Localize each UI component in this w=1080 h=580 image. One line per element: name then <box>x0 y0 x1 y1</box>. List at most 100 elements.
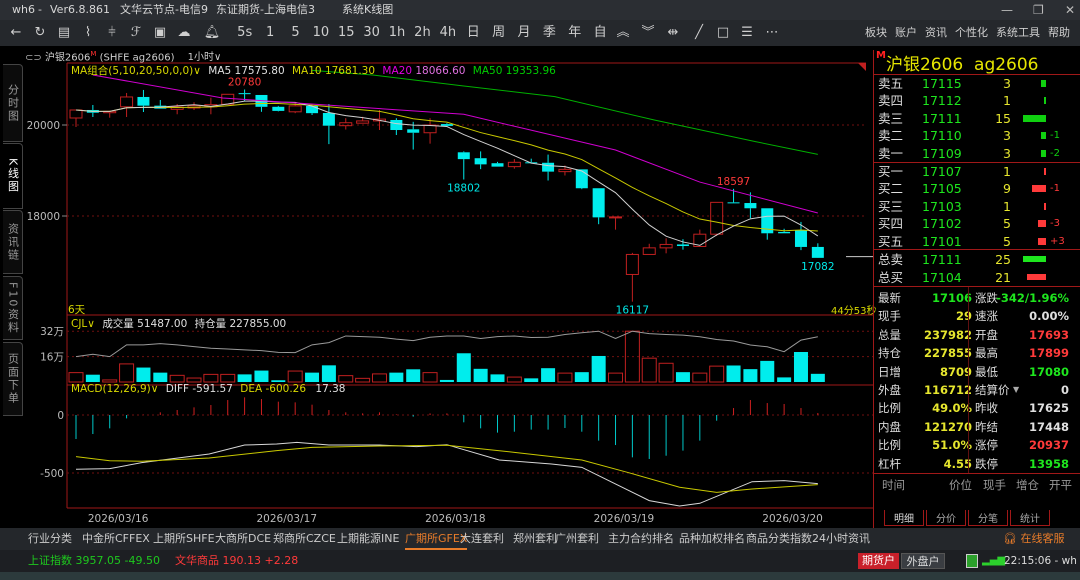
exchange-tab-8[interactable]: 郑州套利 <box>513 528 557 550</box>
exchange-tab-4[interactable]: 郑商所CZCE <box>273 528 336 550</box>
candle-up[interactable] <box>659 243 673 249</box>
exchange-tab-11[interactable]: 品种加权排名 <box>679 528 745 550</box>
exchange-tab-0[interactable]: 行业分类 <box>28 528 72 550</box>
bid-row[interactable]: 买五 17101 5 +3 <box>878 233 1078 250</box>
candle-up[interactable] <box>710 201 724 235</box>
bid-row[interactable]: 买一 17107 1 <box>878 163 1078 180</box>
volume-bar <box>287 370 303 383</box>
stat-left: 比例 49.0% <box>878 399 978 417</box>
candle-up[interactable] <box>69 109 83 119</box>
level-qty: 15 <box>995 110 1011 126</box>
ma50-value: MA50 19353.96 <box>472 65 556 77</box>
candle-up[interactable] <box>625 253 639 275</box>
candle-up[interactable] <box>642 247 656 255</box>
candle-up[interactable] <box>339 122 353 127</box>
stat-value: 0.00% <box>1029 309 1069 324</box>
bid-row[interactable]: 买三 17103 1 <box>878 198 1078 215</box>
stat-right: 涨跌 -342/1.96% <box>975 289 1075 307</box>
candle-up[interactable] <box>221 93 235 105</box>
online-service-button[interactable]: 🎧︎ 在线客服 <box>1003 528 1064 550</box>
candle-up[interactable] <box>356 120 370 124</box>
volume-bar <box>608 372 624 383</box>
ask-row[interactable]: 卖一 17109 3 -2 <box>878 145 1078 162</box>
minimize-button[interactable]: — <box>986 0 1016 20</box>
exchange-tab-6[interactable]: 广期所GFEX <box>405 528 468 550</box>
candle-down[interactable] <box>676 244 689 247</box>
candle-up[interactable] <box>288 105 302 113</box>
candle-up[interactable] <box>609 216 623 219</box>
detail-tab-0[interactable]: 明细 <box>884 510 924 526</box>
candle-down[interactable] <box>272 106 285 111</box>
candle-down[interactable] <box>744 203 757 209</box>
candle-down[interactable] <box>322 112 335 126</box>
candle-up[interactable] <box>558 168 572 173</box>
macd-dropdown[interactable]: MACD(12,26,9)∨ <box>71 383 158 395</box>
ask-row[interactable]: 卖二 17110 3 -1 <box>878 127 1078 144</box>
close-button[interactable]: ✕ <box>1050 0 1080 20</box>
menu-item-2[interactable]: 资讯 <box>925 20 947 46</box>
level-qty: 1 <box>1003 93 1011 109</box>
menu-item-1[interactable]: 账户 <box>895 20 917 46</box>
caret-down-icon[interactable]: ▼ <box>1013 381 1019 399</box>
foreign-account-button[interactable]: 外盘户 <box>901 553 945 569</box>
bid-row[interactable]: 买二 17105 9 -1 <box>878 180 1078 197</box>
stat-label: 持仓 <box>878 346 901 361</box>
candle-down[interactable] <box>474 158 487 165</box>
candle-down[interactable] <box>238 93 251 95</box>
futures-account-button[interactable]: 期货户 <box>858 553 899 569</box>
exchange-tab-5[interactable]: 上期能源INE <box>337 528 399 550</box>
candle-down[interactable] <box>727 202 740 204</box>
bid-row[interactable]: 买四 17102 5 -3 <box>878 215 1078 232</box>
index-ticker-wenhua[interactable]: 文华商品 190.13 +2.28 <box>175 550 298 572</box>
candle-down[interactable] <box>794 230 807 247</box>
stat-label: 内盘 <box>878 419 901 434</box>
ask-row[interactable]: 卖三 17111 15 <box>878 110 1078 127</box>
exchange-tab-2[interactable]: 上期所SHFE <box>153 528 215 550</box>
detail-tab-2[interactable]: 分笔 <box>968 510 1008 526</box>
candle-down[interactable] <box>457 152 470 160</box>
detail-tab-1[interactable]: 分价 <box>926 510 966 526</box>
maximize-button[interactable]: ❐ <box>1018 0 1048 20</box>
indicator-dropdown[interactable]: CJL∨ <box>71 318 95 330</box>
candle-down[interactable] <box>778 231 791 234</box>
volume-bar <box>641 357 657 383</box>
menu-item-5[interactable]: 帮助 <box>1048 20 1070 46</box>
candle-down[interactable] <box>575 169 588 189</box>
menu-item-4[interactable]: 系统工具 <box>996 20 1040 46</box>
candle-down[interactable] <box>390 119 403 131</box>
candle-down[interactable] <box>811 246 824 258</box>
index-ticker-sse[interactable]: 上证指数 3957.05 -49.50 <box>28 550 160 572</box>
candle-down[interactable] <box>491 163 504 167</box>
ma-combo-dropdown[interactable]: MA组合(5,10,20,50,0,0)∨ <box>71 65 201 77</box>
stat-left: 现手 29 <box>878 307 978 325</box>
candle-down[interactable] <box>407 129 420 133</box>
exchange-tab-13[interactable]: 24小时资讯 <box>812 528 870 550</box>
kline-chart[interactable]: 20000 18000 32万 16万 0 -500 2026/03/16 2026/03/1… <box>0 0 873 528</box>
volume-bar <box>506 376 522 383</box>
exchange-tab-7[interactable]: 大连套利 <box>460 528 504 550</box>
exchange-tab-10[interactable]: 主力合约排名 <box>608 528 674 550</box>
exchange-tab-9[interactable]: 广州套利 <box>555 528 599 550</box>
volume-bar <box>439 379 454 382</box>
candle-down[interactable] <box>306 105 319 114</box>
volume-bar <box>658 362 674 383</box>
exchange-tab-3[interactable]: 大商所DCE <box>215 528 271 550</box>
menu-item-3[interactable]: 个性化 <box>955 20 988 46</box>
candle-down[interactable] <box>592 188 605 218</box>
stat-label: 跌停 <box>975 456 998 471</box>
ask-row[interactable]: 卖四 17112 1 <box>878 92 1078 109</box>
candle-down[interactable] <box>542 162 555 172</box>
candle-down[interactable] <box>137 96 150 106</box>
candle-up[interactable] <box>507 161 521 168</box>
headset-icon: 🎧︎ <box>1003 532 1017 545</box>
stat-label: 总量 <box>878 327 901 342</box>
quote-panel: M沪银2606 ag2606 卖五 17115 3 卖四 17112 1 卖三 17111 15… <box>873 50 1080 528</box>
candle-down[interactable] <box>440 124 453 126</box>
detail-tab-3[interactable]: 统计 <box>1010 510 1050 526</box>
ask-row[interactable]: 卖五 17115 3 <box>878 75 1078 92</box>
stat-value: 49.0% <box>932 401 972 416</box>
exchange-tab-12[interactable]: 商品分类指数 <box>746 528 812 550</box>
candle-up[interactable] <box>120 96 134 108</box>
exchange-tab-1[interactable]: 中金所CFFEX <box>82 528 150 550</box>
level-qty: 5 <box>1003 233 1011 249</box>
